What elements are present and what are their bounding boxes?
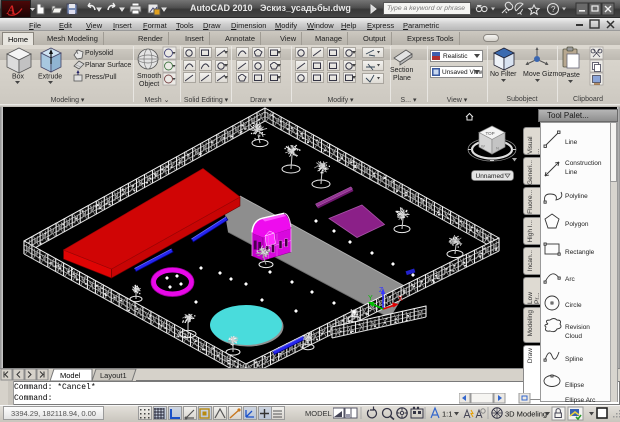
svg-text:X: X [398, 296, 403, 303]
svg-text:Paste: Paste [562, 72, 580, 79]
svg-text:Box: Box [12, 74, 25, 81]
svg-text:Move Gizmo: Move Gizmo [523, 71, 562, 78]
svg-text:TOP: TOP [486, 131, 495, 136]
svg-text:No Filter: No Filter [490, 71, 517, 78]
svg-text:N: N [496, 146, 499, 151]
svg-text:Model: Model [60, 371, 81, 380]
svg-text:Layout1: Layout1 [100, 371, 127, 380]
svg-text:?: ? [551, 5, 556, 14]
svg-text:Plane: Plane [393, 75, 411, 82]
svg-text:3D Modeling: 3D Modeling [505, 410, 547, 419]
svg-text:Polysolid: Polysolid [85, 50, 113, 57]
svg-text:Z: Z [379, 287, 384, 294]
svg-text:Object: Object [139, 81, 159, 88]
svg-text:Press/Pull: Press/Pull [85, 74, 117, 81]
svg-text:Extrude: Extrude [38, 74, 62, 81]
svg-text:Planar Surface: Planar Surface [85, 62, 131, 69]
svg-text:Smooth: Smooth [137, 73, 161, 80]
svg-text:Unnamed: Unnamed [476, 173, 505, 180]
svg-text:W: W [481, 144, 485, 149]
svg-text:Y: Y [368, 295, 373, 302]
svg-text:1:1: 1:1 [442, 410, 452, 419]
svg-text:Section: Section [390, 67, 413, 74]
